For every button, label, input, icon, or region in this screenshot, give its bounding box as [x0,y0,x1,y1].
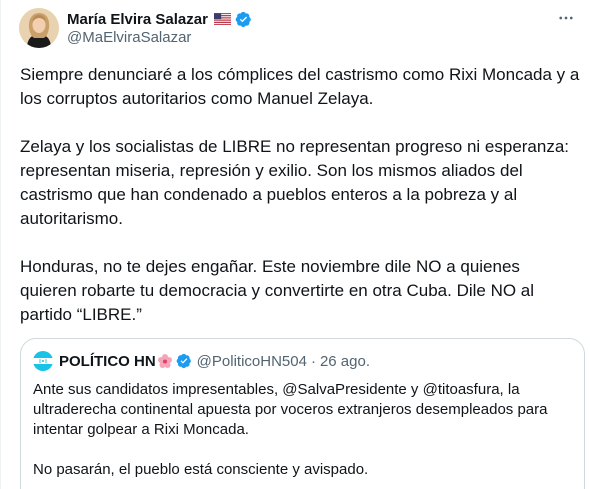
separator-dot: · [310,352,316,370]
more-options-button[interactable] [554,8,578,28]
quoted-paragraph: No pasarán, el pueblo está consciente y … [33,461,369,478]
quoted-author-name[interactable]: POLÍTICO HN [59,353,156,370]
quoted-paragraph: Ante sus candidatos impresentables, @Sal… [33,381,548,438]
tweet-paragraph: Siempre denunciaré a los cómplices del c… [20,65,580,108]
author-avatar[interactable] [19,8,59,48]
tweet-paragraph: Zelaya y los socialistas de LIBRE no rep… [20,137,570,228]
verified-badge-icon[interactable] [235,11,252,28]
more-options-icon [559,16,573,20]
tweet: María Elvira Salazar @MaElviraSalazar Si… [0,0,590,489]
quoted-text: Ante sus candidatos impresentables, @Sal… [33,380,573,489]
tweet-text: Siempre denunciaré a los cómplices del c… [20,63,580,327]
verified-badge-icon[interactable] [176,353,192,369]
author-handle[interactable]: @MaElviraSalazar [67,29,191,46]
tweet-paragraph: Honduras, no te dejes engañar. Este novi… [20,257,535,324]
quoted-author-handle[interactable]: @PoliticoHN504 [197,353,307,370]
quoted-tweet[interactable]: POLÍTICO HN @PoliticoHN504 · 26 ago. Ant… [20,338,585,489]
us-flag-icon [213,13,231,25]
hibiscus-icon [157,354,172,368]
author-name[interactable]: María Elvira Salazar [67,11,208,28]
quoted-timestamp[interactable]: 26 ago. [320,353,370,370]
quoted-avatar[interactable] [33,351,53,371]
